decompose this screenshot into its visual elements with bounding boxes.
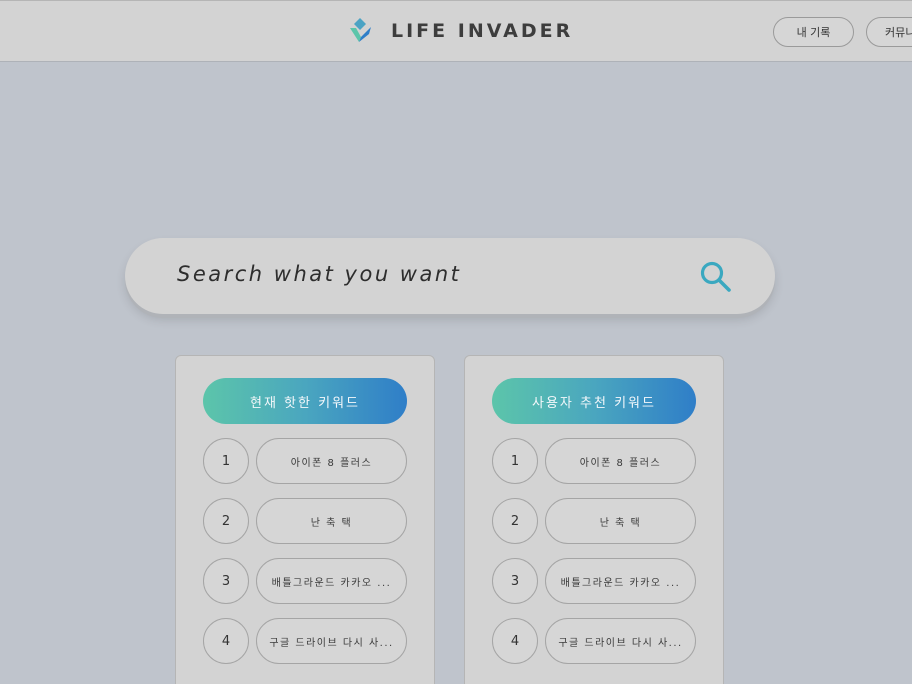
recommended-keywords-panel: 사용자 추천 키워드 1 아이폰 8 플러스 2 난 축 택 3 배틀그라운드 … xyxy=(464,355,724,684)
top-header: LIFE INVADER 내 기록 커뮤니 xyxy=(0,0,912,62)
brand-logo[interactable]: LIFE INVADER xyxy=(347,17,573,45)
list-item[interactable]: 3 배틀그라운드 카카오 ... xyxy=(492,558,696,604)
rank-number: 4 xyxy=(492,618,538,664)
keyword-pill[interactable]: 난 축 택 xyxy=(256,498,407,544)
hot-keywords-title[interactable]: 현재 핫한 키워드 xyxy=(203,378,407,424)
keyword-pill[interactable]: 구글 드라이브 다시 사... xyxy=(256,618,407,664)
recommended-keywords-title[interactable]: 사용자 추천 키워드 xyxy=(492,378,696,424)
search-icon[interactable] xyxy=(699,260,733,294)
search-input[interactable]: Search what you want xyxy=(177,262,461,286)
rank-number: 3 xyxy=(203,558,249,604)
brand-name: LIFE INVADER xyxy=(391,20,574,42)
keyword-pill[interactable]: 아이폰 8 플러스 xyxy=(256,438,407,484)
page: LIFE INVADER 내 기록 커뮤니 Search what you wa… xyxy=(0,0,912,684)
list-item[interactable]: 3 배틀그라운드 카카오 ... xyxy=(203,558,407,604)
list-item[interactable]: 2 난 축 택 xyxy=(492,498,696,544)
rank-number: 1 xyxy=(203,438,249,484)
my-records-button[interactable]: 내 기록 xyxy=(773,17,854,47)
list-item[interactable]: 4 구글 드라이브 다시 사... xyxy=(203,618,407,664)
keyword-pill[interactable]: 배틀그라운드 카카오 ... xyxy=(256,558,407,604)
keyword-pill[interactable]: 아이폰 8 플러스 xyxy=(545,438,696,484)
rank-number: 4 xyxy=(203,618,249,664)
keyword-pill[interactable]: 배틀그라운드 카카오 ... xyxy=(545,558,696,604)
search-bar[interactable]: Search what you want xyxy=(125,238,775,314)
rank-number: 2 xyxy=(203,498,249,544)
list-item[interactable]: 2 난 축 택 xyxy=(203,498,407,544)
rank-number: 2 xyxy=(492,498,538,544)
rank-number: 1 xyxy=(492,438,538,484)
rank-number: 3 xyxy=(492,558,538,604)
list-item[interactable]: 4 구글 드라이브 다시 사... xyxy=(492,618,696,664)
community-button[interactable]: 커뮤니 xyxy=(866,17,912,47)
keyword-pill[interactable]: 난 축 택 xyxy=(545,498,696,544)
keyword-pill[interactable]: 구글 드라이브 다시 사... xyxy=(545,618,696,664)
list-item[interactable]: 1 아이폰 8 플러스 xyxy=(203,438,407,484)
diamond-check-logo-icon xyxy=(350,18,371,42)
list-item[interactable]: 1 아이폰 8 플러스 xyxy=(492,438,696,484)
hot-keywords-panel: 현재 핫한 키워드 1 아이폰 8 플러스 2 난 축 택 3 배틀그라운드 카… xyxy=(175,355,435,684)
